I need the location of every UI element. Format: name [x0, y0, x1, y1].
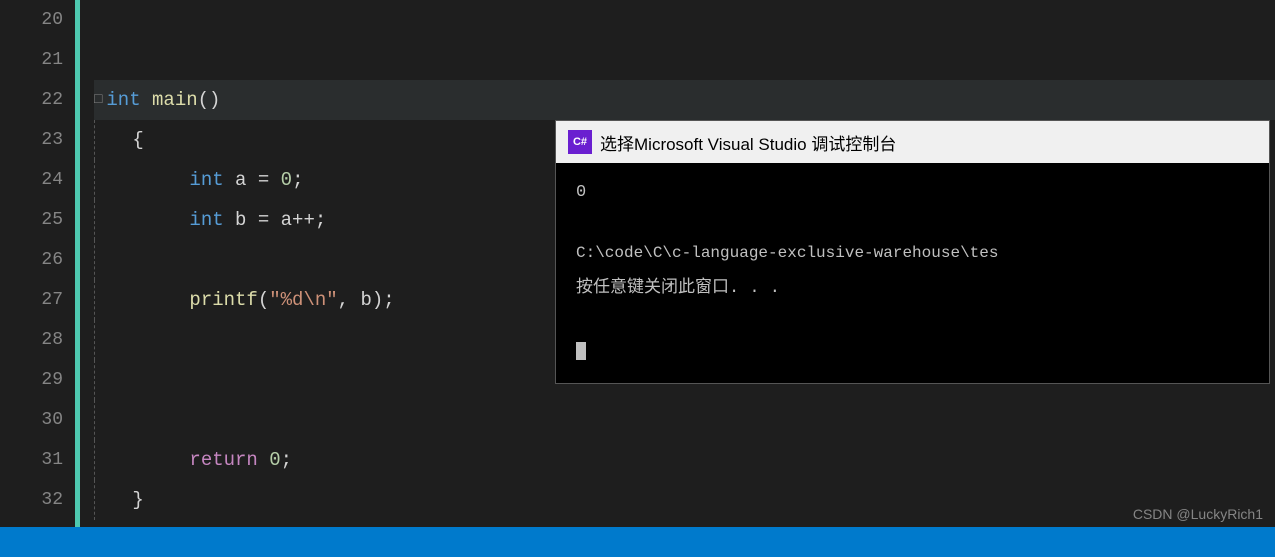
line-num-20: 20 — [0, 0, 63, 40]
indent-24 — [132, 160, 189, 200]
func-printf: printf — [189, 280, 257, 320]
parens-main: () — [198, 80, 221, 120]
vs-icon: C# — [568, 130, 592, 154]
indent-27 — [132, 280, 189, 320]
line-num-22: 22 — [0, 80, 63, 120]
code-line-20 — [94, 0, 1275, 40]
popup-content: 0 C:\code\C\c-language-exclusive-warehou… — [556, 163, 1269, 383]
close-hint: 按任意键关闭此窗口. . . — [576, 275, 1249, 302]
editor-container: 20 21 22 23 24 25 26 27 28 29 30 31 32 □… — [0, 0, 1275, 557]
output-value: 0 — [576, 179, 1249, 206]
line-num-27: 27 — [0, 280, 63, 320]
line-num-30: 30 — [0, 400, 63, 440]
semi-a: ; — [292, 160, 303, 200]
vs-icon-text: C# — [573, 136, 587, 148]
brace-close: } — [132, 480, 143, 520]
indent-25 — [132, 200, 189, 240]
func-main: main — [152, 80, 198, 120]
line-num-28: 28 — [0, 320, 63, 360]
brace-open: { — [132, 120, 143, 160]
popup-title: 选择Microsoft Visual Studio 调试控制台 — [600, 130, 896, 155]
line-num-26: 26 — [0, 240, 63, 280]
popup-window: C# 选择Microsoft Visual Studio 调试控制台 0 C:\… — [555, 120, 1270, 384]
code-line-22: □ int main () — [94, 80, 1275, 120]
watermark-text: CSDN @LuckyRich1 — [1133, 506, 1263, 522]
value-0-a: 0 — [281, 160, 292, 200]
keyword-int-a: int — [189, 160, 223, 200]
watermark: CSDN @LuckyRich1 — [1133, 506, 1263, 522]
space-return — [258, 440, 269, 480]
output-path: C:\code\C\c-language-exclusive-warehouse… — [576, 241, 1249, 267]
keyword-int-b: int — [189, 200, 223, 240]
var-a-assign: a = — [224, 160, 281, 200]
code-line-30 — [94, 400, 1275, 440]
space-main — [141, 80, 152, 120]
line-num-29: 29 — [0, 360, 63, 400]
return-value: 0 — [269, 440, 280, 480]
keyword-return: return — [189, 440, 257, 480]
printf-format: "%d\n" — [269, 280, 337, 320]
line-num-23: 23 — [0, 120, 63, 160]
code-line-32: } — [94, 480, 1275, 520]
line-num-21: 21 — [0, 40, 63, 80]
line-num-31: 31 — [0, 440, 63, 480]
bottom-bar — [0, 527, 1275, 557]
line-num-25: 25 — [0, 200, 63, 240]
code-line-21 — [94, 40, 1275, 80]
popup-titlebar[interactable]: C# 选择Microsoft Visual Studio 调试控制台 — [556, 121, 1269, 163]
line-num-24: 24 — [0, 160, 63, 200]
keyword-int-main: int — [106, 80, 140, 120]
var-b-assign: b = a++; — [224, 200, 327, 240]
printf-args: , b); — [338, 280, 395, 320]
line-num-32: 32 — [0, 480, 63, 520]
terminal-cursor — [576, 342, 586, 360]
path-text: C:\code\C\c-language-exclusive-warehouse… — [576, 244, 998, 262]
collapse-icon[interactable]: □ — [94, 80, 102, 120]
semi-return: ; — [281, 440, 292, 480]
green-bar — [75, 0, 80, 557]
code-line-31: return 0 ; — [94, 440, 1275, 480]
line-numbers: 20 21 22 23 24 25 26 27 28 29 30 31 32 — [0, 0, 75, 557]
printf-paren-open: ( — [258, 280, 269, 320]
indent-31 — [132, 440, 189, 480]
